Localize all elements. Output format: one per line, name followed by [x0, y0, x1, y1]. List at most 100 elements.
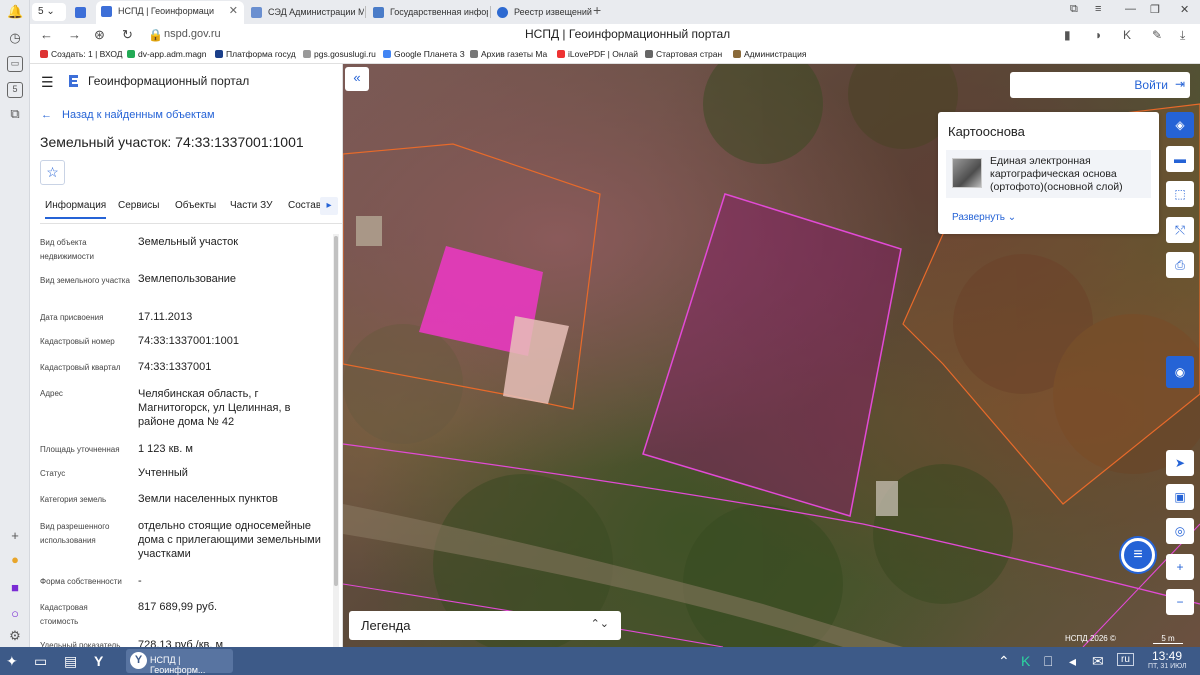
print-button[interactable]: ⎙ — [1166, 252, 1194, 278]
bookmark-item[interactable]: Google Планета З — [383, 49, 465, 59]
collections-icon[interactable]: ▭ — [7, 56, 23, 72]
settings-icon[interactable]: ⚙ — [7, 628, 23, 644]
mail-icon[interactable]: ● — [7, 552, 23, 568]
yandex-browser-icon[interactable]: Y — [94, 653, 103, 669]
login-label: Войти — [1134, 78, 1168, 92]
bookmark-item[interactable]: pgs.gosuslugi.ru — [303, 49, 376, 59]
start-menu-icon[interactable]: ✦ — [6, 653, 18, 670]
bookmark-icon[interactable]: ▮ — [1064, 28, 1071, 42]
tab-sed[interactable]: СЭД Администрации Ма — [246, 2, 364, 22]
volume-icon[interactable]: ◂ — [1069, 653, 1076, 670]
expand-link[interactable]: Развернуть ⌄ — [952, 212, 1016, 223]
history-icon[interactable]: ◷ — [7, 30, 23, 46]
field-value: Челябинская область, г Магнитогорск, ул … — [138, 388, 291, 428]
close-icon[interactable]: ✕ — [229, 1, 238, 21]
language-indicator[interactable]: ru — [1117, 653, 1134, 666]
menu-icon[interactable]: ≡ — [1095, 3, 1101, 15]
minimap-icon: ▣ — [1174, 490, 1186, 504]
network-icon[interactable]: ⎕ — [1044, 653, 1052, 670]
zoom-in-button[interactable]: + — [1166, 554, 1194, 580]
zoom-out-button[interactable]: − — [1166, 589, 1194, 615]
address-bar-row: ← → ⊛ ↻ 🔒 nspd.gov.ru НСПД | Геоинформац… — [30, 24, 1200, 46]
tab-group-counter[interactable]: 5 ⌄ — [32, 3, 66, 21]
field-value: 74:33:1337001 — [138, 361, 212, 373]
tab-nspd[interactable]: НСПД | Геоинформаци ✕ — [96, 1, 244, 24]
reader-icon[interactable]: ◗ — [1095, 28, 1102, 42]
tab-registry[interactable]: Реестр извещений — [492, 2, 592, 22]
tab-information[interactable]: Информация — [45, 200, 107, 219]
tabs-next-button[interactable]: ▸ — [320, 197, 338, 215]
back-icon[interactable]: ← — [40, 27, 53, 42]
notifications-icon[interactable]: ✉ — [1092, 653, 1104, 670]
field-value: 728,13 руб./кв. м — [138, 639, 224, 647]
field-label: Вид земельного участка — [40, 276, 130, 285]
tab-count: 5 — [38, 6, 44, 17]
bag-icon[interactable]: ■ — [7, 580, 23, 596]
minus-icon: − — [1176, 595, 1184, 609]
desktop-icon[interactable]: ▭ — [34, 653, 47, 670]
tab-label: Государственная инфор — [390, 7, 488, 17]
download-icon[interactable]: ⤓ — [1180, 28, 1185, 43]
refresh-icon[interactable]: ↻ — [122, 27, 133, 43]
alice-icon[interactable]: ○ — [7, 606, 23, 622]
maximize-icon[interactable]: ❐ — [1150, 3, 1160, 16]
extension-icon[interactable]: K — [1123, 28, 1131, 42]
add-icon[interactable]: + — [7, 528, 23, 544]
file-manager-icon[interactable]: ▤ — [64, 653, 77, 670]
measure-button[interactable]: ▬ — [1166, 146, 1194, 172]
geolocation-button[interactable]: ◎ — [1166, 518, 1194, 544]
bookmark-item[interactable]: Администрация — [733, 49, 806, 59]
back-link[interactable]: ← Назад к найденным объектам — [41, 109, 215, 121]
field-value: 1 123 кв. м — [138, 443, 193, 455]
login-button[interactable]: Войти ⇥ — [1010, 72, 1190, 98]
field-label: Вид разрешенного использования — [40, 522, 110, 545]
chatbot-side-button[interactable]: ◉ — [1166, 356, 1194, 388]
hamburger-icon[interactable]: ☰ — [41, 74, 54, 91]
favorite-button[interactable]: ☆ — [40, 160, 65, 185]
map-copyright: НСПД 2026 © — [1065, 634, 1116, 643]
bell-icon[interactable]: 🔔 — [7, 4, 23, 20]
bookmark-item[interactable]: Платформа госуд — [215, 49, 296, 59]
tab-services[interactable]: Сервисы — [118, 200, 159, 211]
collapse-panel-button[interactable]: « — [345, 67, 369, 91]
tab-gis[interactable]: Государственная инфор — [368, 2, 488, 22]
field-value: 74:33:1337001:1001 — [138, 335, 239, 347]
tab-objects[interactable]: Объекты — [175, 200, 216, 211]
url-field[interactable]: nspd.gov.ru — [164, 28, 221, 40]
extensions-icon[interactable]: ✎ — [1152, 28, 1162, 42]
bookmark-item[interactable]: Стартовая стран — [645, 49, 722, 59]
forward-icon[interactable]: → — [68, 27, 81, 42]
minimize-icon[interactable]: — — [1125, 3, 1136, 15]
tray-up-icon[interactable]: ⌃ — [998, 653, 1010, 670]
tab-composition[interactable]: Состав — [288, 200, 321, 211]
bookmark-manager-icon[interactable]: ⧉ — [1070, 3, 1078, 16]
clock-time[interactable]: 13:49 — [1152, 649, 1182, 663]
tab-count-icon[interactable]: 5 — [7, 82, 23, 98]
bookmark-item[interactable]: iLovePDF | Онлай — [557, 49, 638, 59]
portal-logo-icon — [69, 75, 78, 87]
close-window-icon[interactable]: ✕ — [1180, 3, 1189, 16]
os-taskbar: ✦ ▭ ▤ Y Y НСПД | Геоинформ... ⌃ K ⎕ ◂ ✉ … — [0, 647, 1200, 675]
tab-parts[interactable]: Части ЗУ — [230, 200, 272, 211]
layers-button[interactable]: ◈ — [1166, 112, 1194, 138]
share-button[interactable]: ⤲ — [1166, 217, 1194, 243]
locate-button[interactable]: ➤ — [1166, 450, 1194, 476]
map-view[interactable]: « Войти ⇥ Картооснова Единая электронная… — [343, 64, 1200, 647]
app-name: Геоинформационный портал — [88, 74, 250, 88]
bookmark-item[interactable]: Архив газеты Ма — [470, 49, 547, 59]
protect-icon[interactable]: ⊛ — [94, 27, 105, 43]
minimap-button[interactable]: ▣ — [1166, 484, 1194, 510]
legend-toggle[interactable]: Легенда ⌃⌄ — [349, 611, 621, 640]
pinned-tab[interactable] — [70, 2, 92, 22]
basemap-layer-item[interactable]: Единая электронная картографическая осно… — [946, 150, 1151, 198]
taskbar-app-nspd[interactable]: Y НСПД | Геоинформ... — [126, 649, 233, 675]
bookmark-item[interactable]: Создать: 1 | ВХОД — [40, 49, 123, 59]
star-icon: ☆ — [46, 164, 59, 180]
bookmark-item[interactable]: dv-app.adm.magn — [127, 49, 207, 59]
new-tab-button[interactable]: + — [593, 2, 601, 18]
chat-button[interactable]: ≡ — [1121, 538, 1155, 572]
kontur-icon[interactable]: K — [1021, 653, 1030, 669]
panel-scroll-thumb[interactable] — [334, 236, 338, 586]
select-area-button[interactable]: ⬚ — [1166, 181, 1194, 207]
screenshot-icon[interactable]: ⧉ — [7, 106, 23, 122]
